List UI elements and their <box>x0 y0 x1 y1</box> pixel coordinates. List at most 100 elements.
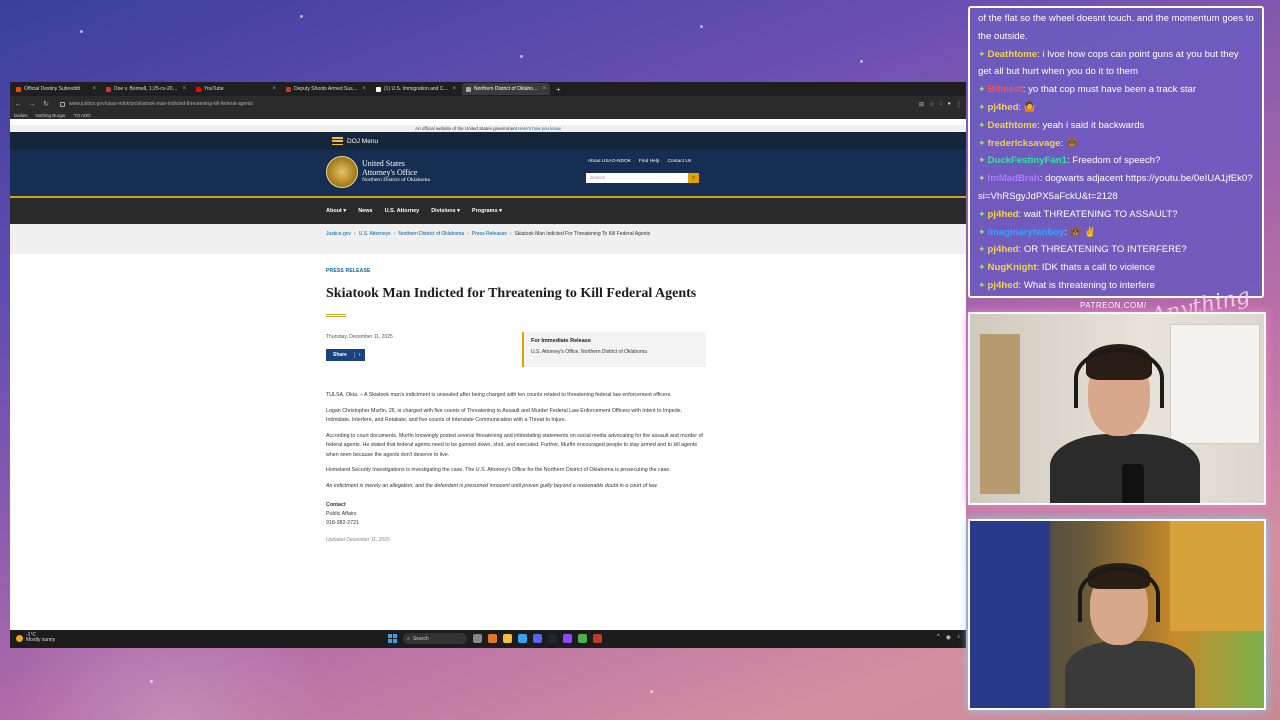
about-link[interactable]: About USAO-NDOK <box>588 159 631 164</box>
app-icon[interactable] <box>593 634 602 643</box>
browser-tab[interactable]: Northern District of Oklahoma × <box>462 83 550 95</box>
chat-message: ✦ pj4hed: 🤷 <box>978 99 1254 117</box>
chat-username[interactable]: fredericksavage <box>988 138 1061 149</box>
url-field[interactable]: www.justice.gov/usao-ndok/pr/skiatook-ma… <box>56 99 913 109</box>
chat-username[interactable]: pj4hed <box>988 102 1019 113</box>
chat-text: What is threatening to interfere <box>1023 279 1155 291</box>
bookmark-item[interactable]: TO ADD <box>74 113 91 118</box>
chat-message: ✦ Deathtome: yeah i said it backwards <box>978 117 1254 135</box>
close-icon[interactable]: × <box>452 86 456 92</box>
browser-tab[interactable]: (1) U.S. Immigration and Custo × <box>372 83 460 95</box>
extensions-icon[interactable]: ⊞ <box>919 101 924 108</box>
taskbar-search-label: Search <box>412 635 429 642</box>
task-view-icon[interactable] <box>473 634 482 643</box>
chat-username[interactable]: Deathtome <box>988 120 1038 131</box>
sub-badge-icon: ✦ <box>978 48 986 59</box>
profile-icon[interactable]: ● <box>947 101 951 108</box>
browser-tab[interactable]: Official Destiny Subreddit × <box>12 83 100 95</box>
reload-icon[interactable]: ↻ <box>42 100 50 108</box>
nav-divisions[interactable]: Divisions ▾ <box>431 208 460 214</box>
file-explorer-icon[interactable] <box>503 634 512 643</box>
close-icon[interactable]: × <box>272 86 276 92</box>
bookmark-item[interactable]: Nothing Burger <box>36 113 66 118</box>
download-icon[interactable]: ↓ <box>939 101 942 108</box>
bookmark-star-icon[interactable]: ☆ <box>929 101 934 108</box>
chat-text: yeah i said it backwards <box>1042 119 1145 131</box>
network-icon[interactable]: ◉ <box>946 634 951 641</box>
browser-tab[interactable]: Doe v. Bonnell, 1:25-cv-20757 × <box>102 83 190 95</box>
webcam-streamer <box>968 312 1266 505</box>
paragraph: Logan Christopher Murfin, 26, is charged… <box>326 407 683 424</box>
hamburger-icon[interactable] <box>332 137 343 145</box>
edge-icon[interactable] <box>518 634 527 643</box>
find-help-link[interactable]: Find Help <box>639 159 660 164</box>
sub-badge-icon: ✦ <box>978 279 986 290</box>
page-title: Skiatook Man Indicted for Threatening to… <box>326 286 697 301</box>
web-page: An official website of the United States… <box>10 125 966 648</box>
doj-menu-button[interactable]: DOJ Menu <box>347 138 378 145</box>
chat-username[interactable]: imaginaryfanboy <box>988 227 1065 238</box>
chevron-right-icon: › <box>353 352 365 358</box>
forward-icon[interactable]: → <box>28 101 36 108</box>
nav-news[interactable]: News <box>358 208 372 214</box>
browser-tab[interactable]: YouTube × <box>192 83 280 95</box>
office-line2: Attorney's Office <box>362 168 418 177</box>
chat-username[interactable]: ImMadBrah <box>988 173 1040 184</box>
back-icon[interactable]: ← <box>14 101 22 108</box>
share-button[interactable]: Share › <box>326 349 365 361</box>
chat-username[interactable]: Deathtome <box>988 49 1038 60</box>
chat-message: ✦ Deathtome: i lvoe how cops can point gu… <box>978 46 1254 82</box>
mural <box>1170 521 1264 631</box>
breadcrumb-item[interactable]: U.S. Attorneys <box>359 231 391 237</box>
chat-message: ✦ DuckFestinyFan1: Freedom of speech? <box>978 152 1254 170</box>
office-name[interactable]: United States Attorney's Office Northern… <box>362 159 430 183</box>
firefox-icon[interactable] <box>488 634 497 643</box>
masthead: United States Attorney's Office Northern… <box>10 150 966 196</box>
close-icon[interactable]: × <box>362 86 366 92</box>
chat-username[interactable]: pj4hed <box>988 280 1019 291</box>
close-icon[interactable]: × <box>542 86 546 92</box>
tab-title: (1) U.S. Immigration and Custo <box>384 86 450 92</box>
bookmark-item[interactable]: Dailies <box>14 113 28 118</box>
windows-start-icon[interactable] <box>388 634 397 643</box>
chat-username[interactable]: DuckFestinyFan1 <box>988 155 1067 166</box>
search-icon[interactable]: ⌕ <box>688 173 699 183</box>
close-icon[interactable]: × <box>182 86 186 92</box>
chat-username[interactable]: NugKnight <box>988 262 1037 273</box>
breadcrumb-item[interactable]: Justice.gov <box>326 231 351 237</box>
close-icon[interactable]: × <box>92 86 96 92</box>
paragraph: According to court documents, Murfin kno… <box>326 432 703 458</box>
steam-icon[interactable] <box>548 634 557 643</box>
nav-about[interactable]: About ▾ <box>326 208 346 214</box>
taskbar-search[interactable]: ⌕ Search <box>403 633 467 644</box>
search-icon: ⌕ <box>407 635 410 642</box>
chat-username[interactable]: pj4hed <box>988 209 1019 220</box>
browser-tab[interactable]: Deputy Shoots Armed Suspect × <box>282 83 370 95</box>
chevron-up-icon[interactable]: ^ <box>937 634 940 641</box>
discord-icon[interactable] <box>533 634 542 643</box>
weather-widget[interactable]: -1°C Mostly sunny <box>16 633 55 643</box>
favicon-icon <box>16 86 21 92</box>
office-line1: United States <box>362 159 405 168</box>
doj-seal-icon[interactable] <box>326 156 358 188</box>
tab-title: Northern District of Oklahoma <box>474 86 540 92</box>
menu-icon[interactable]: ⋮ <box>956 101 962 108</box>
chat-text: of the flat so the wheel doesnt touch. a… <box>978 13 1254 42</box>
chat-text: Freedom of speech? <box>1072 155 1161 167</box>
twitch-icon[interactable] <box>563 634 572 643</box>
doj-menu-bar: DOJ Menu <box>10 132 966 150</box>
chrome-icon[interactable] <box>578 634 587 643</box>
gov-banner-link[interactable]: Here's how you know <box>518 126 561 131</box>
nav-programs[interactable]: Programs ▾ <box>472 208 502 214</box>
new-tab-icon[interactable]: + <box>552 85 565 94</box>
site-search-input[interactable]: Search <box>586 173 688 183</box>
nav-us-attorney[interactable]: U.S. Attorney <box>385 208 420 214</box>
breadcrumb-item[interactable]: Northern District of Oklahoma <box>398 231 464 237</box>
chat-username[interactable]: Bittesst <box>988 84 1023 95</box>
chat-username[interactable]: pj4hed <box>988 244 1019 255</box>
contact-phone[interactable]: 918-382-2721 <box>326 519 706 528</box>
breadcrumb-item[interactable]: Press Releases <box>472 231 507 237</box>
contact-us-link[interactable]: Contact Us <box>667 159 691 164</box>
headline-rule <box>326 314 346 315</box>
volume-icon[interactable]: ♪ <box>957 634 960 641</box>
